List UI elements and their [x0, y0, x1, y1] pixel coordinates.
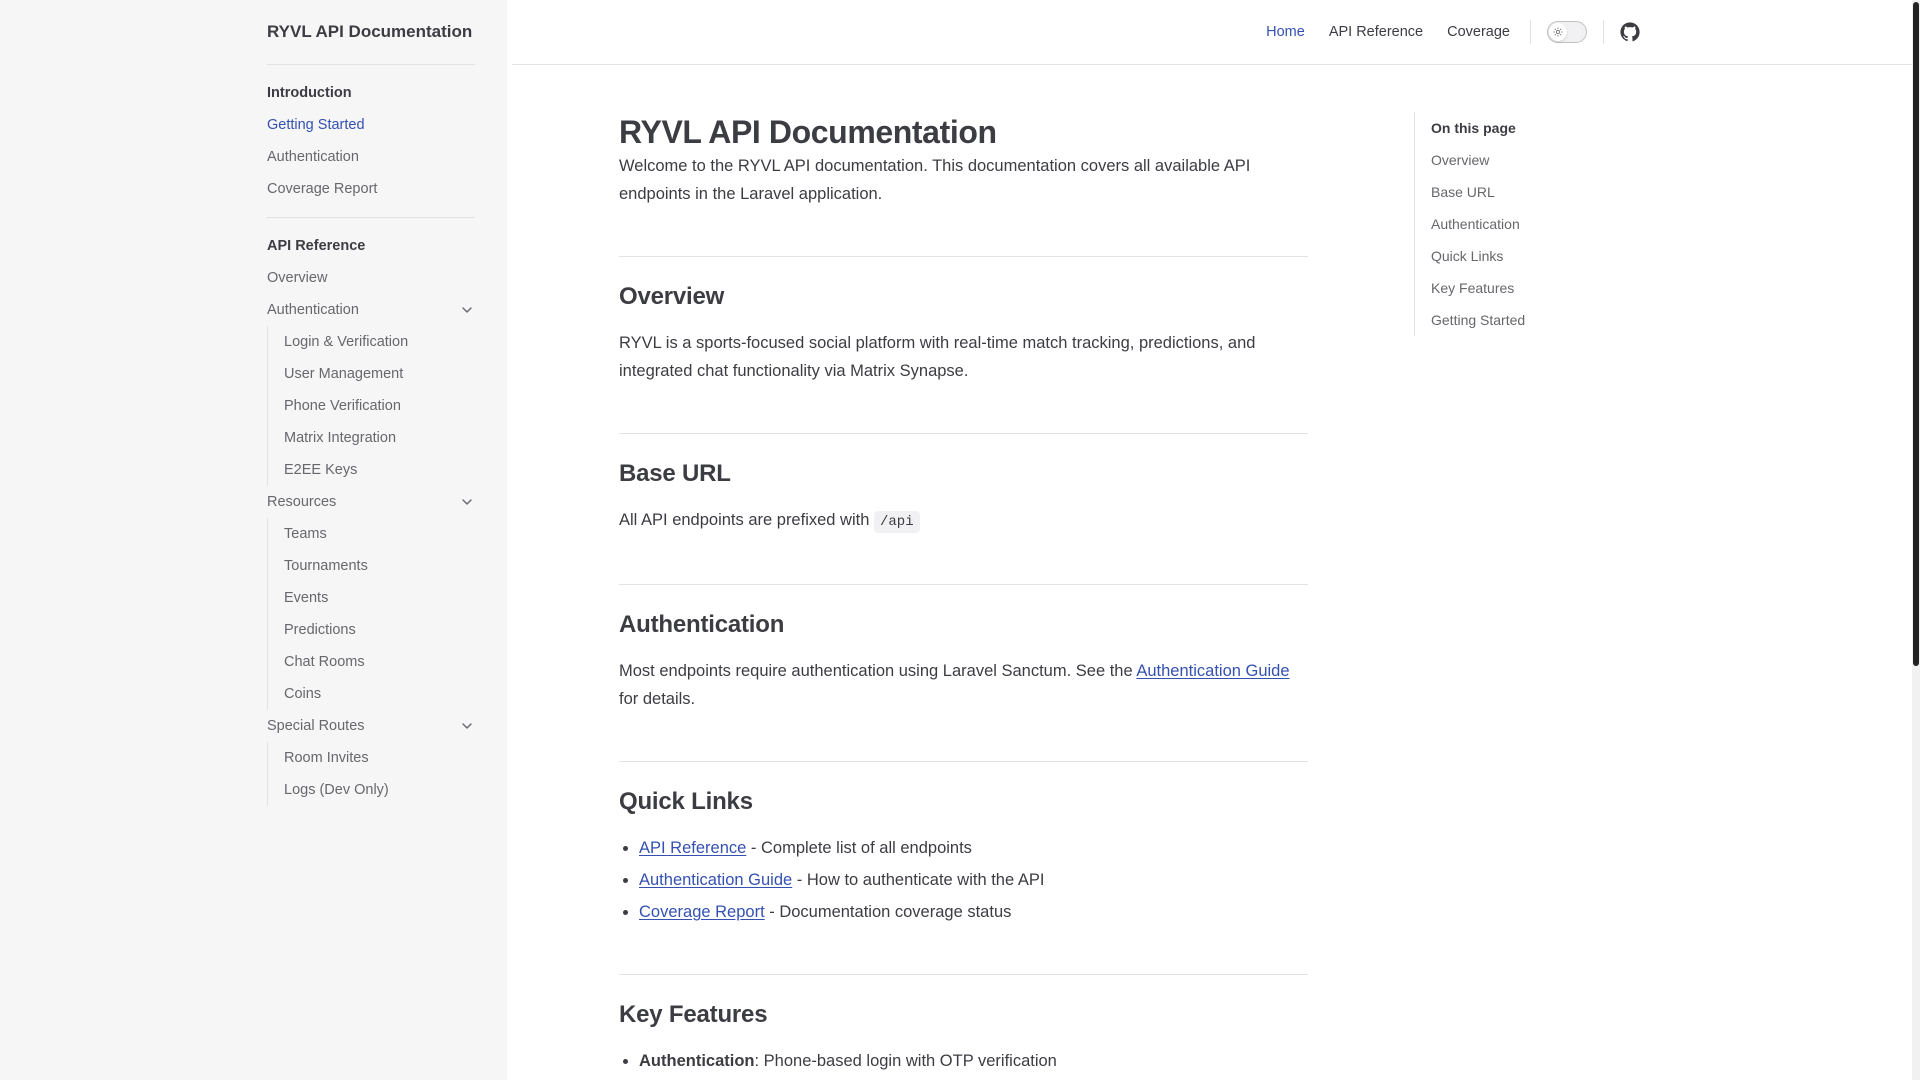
section-heading: Authentication: [619, 611, 785, 638]
section-heading: Overview: [619, 283, 725, 310]
sidebar-item-phone-verification[interactable]: Phone Verification: [284, 390, 475, 422]
chevron-down-icon[interactable]: [459, 302, 475, 318]
intro-paragraph: Welcome to the RYVL API documentation. T…: [619, 157, 1251, 203]
section-quick-links: Quick Links API Reference - Complete lis…: [619, 761, 1308, 926]
site-title[interactable]: RYVL API Documentation: [267, 0, 475, 65]
section-heading: Quick Links: [619, 788, 753, 815]
section-heading: Base URL: [619, 460, 731, 487]
sidebar-item-coins[interactable]: Coins: [284, 678, 475, 710]
nav-link-api-reference[interactable]: API Reference: [1317, 0, 1435, 64]
section-heading: Key Features: [619, 1001, 768, 1028]
outline-item-authentication[interactable]: Authentication: [1431, 208, 1651, 240]
section-paragraph: Most endpoints require authentication us…: [619, 657, 1308, 713]
nav-divider: [1603, 20, 1604, 44]
sidebar-item-chat-rooms[interactable]: Chat Rooms: [284, 646, 475, 678]
sidebar-item-logs-dev-only[interactable]: Logs (Dev Only): [284, 774, 475, 806]
sidebar-item-overview[interactable]: Overview: [267, 262, 475, 294]
authentication-guide-link[interactable]: Authentication Guide: [639, 871, 792, 889]
section-authentication: Authentication Most endpoints require au…: [619, 584, 1308, 713]
section-base-url: Base URL All API endpoints are prefixed …: [619, 433, 1308, 536]
sidebar-group-api-reference: API Reference Overview Authentication Lo…: [267, 218, 475, 818]
sidebar-section-resources[interactable]: Resources: [267, 486, 475, 518]
auth-text-after: for details.: [619, 690, 696, 708]
toggle-knob: [1549, 23, 1567, 41]
feature-name: Authentication: [639, 1052, 755, 1070]
list-item: Authentication Guide - How to authentica…: [639, 866, 1308, 894]
base-url-text: All API endpoints are prefixed with: [619, 511, 870, 529]
sidebar-section-label: Resources: [267, 494, 337, 510]
github-icon[interactable]: [1620, 22, 1640, 42]
inline-code: /api: [874, 511, 920, 533]
key-features-list: Authentication: Phone-based login with O…: [619, 1047, 1308, 1075]
section-paragraph: All API endpoints are prefixed with /api: [619, 506, 1308, 536]
outline-item-quick-links[interactable]: Quick Links: [1431, 240, 1651, 272]
sidebar-item-teams[interactable]: Teams: [284, 518, 475, 550]
sidebar-item-login-verification[interactable]: Login & Verification: [284, 326, 475, 358]
sidebar-heading-api-reference[interactable]: API Reference: [267, 230, 475, 262]
sidebar-section-special-routes[interactable]: Special Routes: [267, 710, 475, 742]
section-key-features: Key Features Authentication: Phone-based…: [619, 974, 1308, 1075]
sidebar-heading-introduction: Introduction: [267, 85, 352, 101]
chevron-down-icon[interactable]: [459, 494, 475, 510]
sidebar-section-authentication[interactable]: Authentication: [267, 294, 475, 326]
list-item: API Reference - Complete list of all end…: [639, 834, 1308, 862]
coverage-report-link[interactable]: Coverage Report: [639, 903, 765, 921]
nav-links: Home API Reference Coverage: [1254, 0, 1640, 64]
sidebar-item-getting-started[interactable]: Getting Started: [267, 109, 475, 141]
sidebar-item-room-invites[interactable]: Room Invites: [284, 742, 475, 774]
main-content: RYVL API Documentation Welcome to the RY…: [619, 64, 1308, 1079]
outline-item-getting-started[interactable]: Getting Started: [1431, 304, 1651, 336]
sidebar: RYVL API Documentation Introduction Gett…: [0, 0, 507, 1080]
sidebar-children-resources: Teams Tournaments Events Predictions Cha…: [267, 518, 475, 710]
top-navbar: Home API Reference Coverage: [512, 0, 1912, 65]
api-reference-link[interactable]: API Reference: [639, 839, 746, 857]
sidebar-item-tournaments[interactable]: Tournaments: [284, 550, 475, 582]
nav-link-coverage[interactable]: Coverage: [1435, 0, 1522, 64]
list-item-desc: - How to authenticate with the API: [792, 871, 1045, 889]
list-item-desc: - Complete list of all endpoints: [746, 839, 972, 857]
outline-title: On this page: [1431, 120, 1516, 136]
sidebar-item-authentication[interactable]: Authentication: [267, 141, 475, 173]
auth-text-before: Most endpoints require authentication us…: [619, 662, 1133, 680]
sidebar-item-events[interactable]: Events: [284, 582, 475, 614]
outline-item-base-url[interactable]: Base URL: [1431, 176, 1651, 208]
theme-toggle[interactable]: [1547, 21, 1587, 43]
list-item: Authentication: Phone-based login with O…: [639, 1047, 1308, 1075]
sidebar-children-authentication: Login & Verification User Management Pho…: [267, 326, 475, 486]
sidebar-item-matrix-integration[interactable]: Matrix Integration: [284, 422, 475, 454]
chevron-down-icon[interactable]: [459, 718, 475, 734]
feature-desc: : Phone-based login with OTP verificatio…: [754, 1052, 1057, 1070]
section-paragraph: RYVL is a sports-focused social platform…: [619, 334, 1256, 380]
outline-item-key-features[interactable]: Key Features: [1431, 272, 1651, 304]
list-item: Coverage Report - Documentation coverage…: [639, 898, 1308, 926]
scrollbar-thumb[interactable]: [1913, 2, 1919, 666]
sidebar-children-special-routes: Room Invites Logs (Dev Only): [267, 742, 475, 806]
list-item-desc: - Documentation coverage status: [764, 903, 1012, 921]
sidebar-item-e2ee-keys[interactable]: E2EE Keys: [284, 454, 475, 486]
sun-icon: [1553, 27, 1563, 37]
outline-item-overview[interactable]: Overview: [1431, 144, 1651, 176]
sidebar-group-introduction: Introduction Getting Started Authenticat…: [267, 65, 475, 218]
sidebar-section-label: Authentication: [267, 302, 359, 318]
nav-divider: [1530, 20, 1531, 44]
section-overview: Overview RYVL is a sports-focused social…: [619, 256, 1308, 385]
authentication-guide-link[interactable]: Authentication Guide: [1136, 662, 1289, 680]
sidebar-section-label: Special Routes: [267, 718, 365, 734]
quick-links-list: API Reference - Complete list of all end…: [619, 834, 1308, 926]
page-title: RYVL API Documentation: [619, 114, 997, 150]
page-outline: On this page Overview Base URL Authentic…: [1414, 112, 1651, 336]
page-scrollbar[interactable]: [1912, 0, 1920, 1080]
sidebar-item-user-management[interactable]: User Management: [284, 358, 475, 390]
sidebar-item-coverage-report[interactable]: Coverage Report: [267, 173, 475, 205]
nav-link-home[interactable]: Home: [1254, 0, 1317, 64]
sidebar-item-predictions[interactable]: Predictions: [284, 614, 475, 646]
